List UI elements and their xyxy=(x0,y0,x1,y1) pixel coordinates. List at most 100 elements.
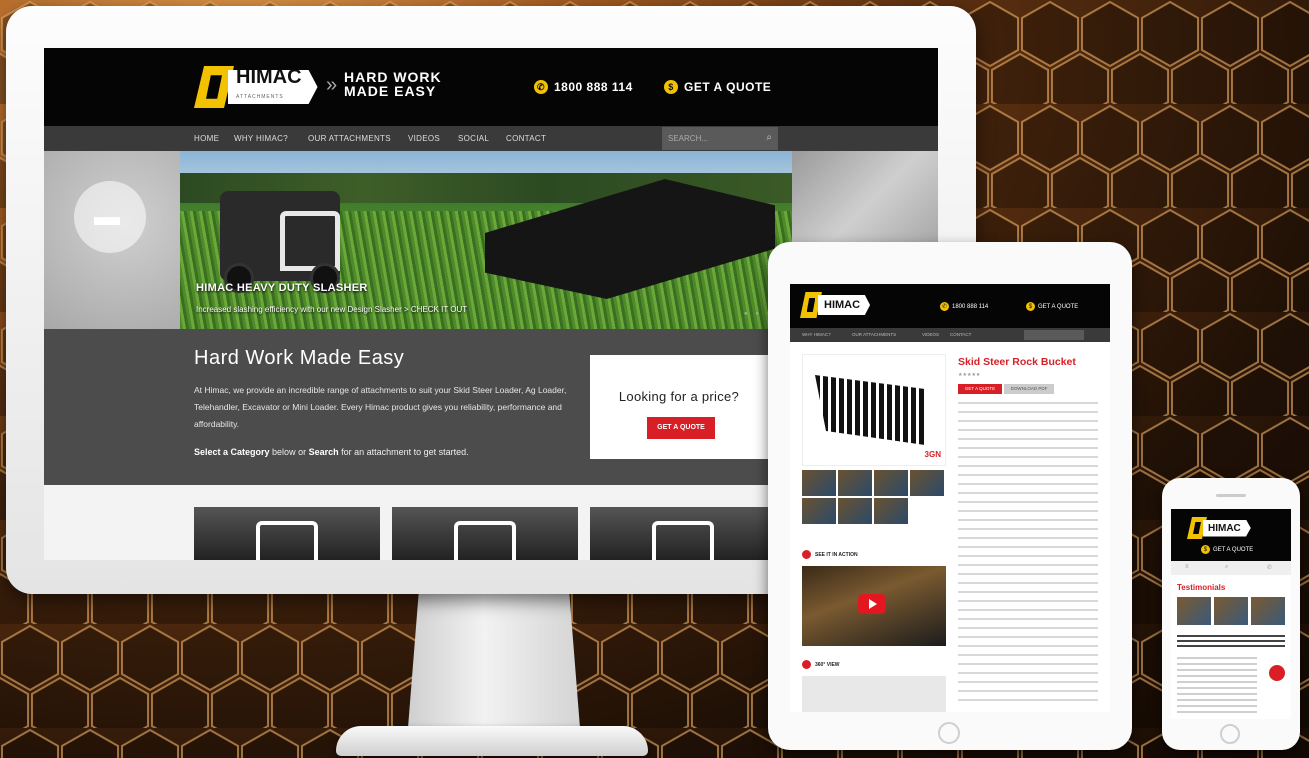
category-tile[interactable] xyxy=(590,507,776,560)
tablet-header: HIMAC ✆ 1800 888 114 $ GET A QUOTE xyxy=(790,284,1110,328)
phone-icon: ✆ xyxy=(534,80,548,94)
tagline: HARD WORK MADE EASY xyxy=(344,70,442,98)
product-image[interactable]: 3GN xyxy=(802,354,946,466)
product-title: Skid Steer Rock Bucket xyxy=(958,356,1076,368)
hero-cta-link[interactable]: CHECK IT OUT xyxy=(411,305,467,314)
phone-number: 1800 888 114 xyxy=(554,80,633,94)
thumbnail[interactable] xyxy=(874,498,908,524)
monitor-stand-neck xyxy=(406,592,582,742)
tablet-nav-item[interactable]: CONTACT xyxy=(950,332,971,337)
nav-item-home[interactable]: HOME xyxy=(194,134,219,143)
category-tile[interactable] xyxy=(392,507,578,560)
thumbnail[interactable] xyxy=(910,470,944,496)
dollar-icon: $ xyxy=(664,80,678,94)
menu-icon[interactable]: ≡ xyxy=(1185,564,1189,570)
section-action-label: SEE IT IN ACTION xyxy=(815,551,858,558)
rock-bucket-image xyxy=(815,375,925,445)
section-360-label: 360° VIEW xyxy=(815,661,840,668)
select-end-text: for an attachment to get started. xyxy=(338,447,469,457)
phone-device: HIMAC $ GET A QUOTE ≡ ⌕ ✆ Testimonials xyxy=(1162,478,1300,750)
tablet-get-quote-button[interactable]: GET A QUOTE xyxy=(958,384,1002,394)
header-get-quote[interactable]: $ GET A QUOTE xyxy=(664,80,771,94)
testimonial-image xyxy=(1251,597,1285,625)
intro-heading: Hard Work Made Easy xyxy=(194,347,405,369)
phone-call-icon[interactable]: ✆ xyxy=(1267,564,1272,571)
rotate-icon xyxy=(802,660,811,669)
intro-select-text: Select a Category below or Search for an… xyxy=(194,447,469,457)
phone-website-screen: HIMAC $ GET A QUOTE ≡ ⌕ ✆ Testimonials xyxy=(1171,509,1291,719)
select-mid-text: below or xyxy=(269,447,309,457)
play-icon[interactable] xyxy=(858,594,886,614)
hero-side-slide-left xyxy=(44,151,180,329)
rating-stars: ★★★★★ xyxy=(958,372,981,378)
tablet-phone-number: 1800 888 114 xyxy=(952,303,989,310)
tagline-line-2: MADE EASY xyxy=(344,83,437,99)
price-question: Looking for a price? xyxy=(618,389,740,404)
phone-icon-bar: ≡ ⌕ ✆ xyxy=(1171,561,1291,575)
phone-icon: ✆ xyxy=(940,302,949,311)
nav-item-why-himac[interactable]: WHY HIMAC? xyxy=(234,134,288,143)
product-description xyxy=(958,402,1098,702)
get-quote-label: GET A QUOTE xyxy=(684,80,772,94)
site-header: HIMAC ATTACHMENTS » HARD WORK MADE EASY … xyxy=(44,48,938,126)
tablet-website-screen: HIMAC ✆ 1800 888 114 $ GET A QUOTE WHY H… xyxy=(790,284,1110,712)
tablet-logo-text: HIMAC xyxy=(824,299,861,311)
double-chevron-icon: » xyxy=(326,74,338,96)
phone-get-quote[interactable]: $ GET A QUOTE xyxy=(1201,545,1253,554)
thumbnail[interactable] xyxy=(838,470,872,496)
testimonials-heading: Testimonials xyxy=(1177,583,1226,592)
search-input[interactable]: SEARCH... ⌕ xyxy=(662,127,778,150)
hero-title: HIMAC HEAVY DUTY SLASHER xyxy=(196,282,368,294)
testimonial-text xyxy=(1177,657,1257,713)
nav-item-videos[interactable]: VIDEOS xyxy=(408,134,440,143)
search-icon[interactable]: ⌕ xyxy=(766,132,772,143)
tablet-nav-item[interactable]: OUR ATTACHMENTS xyxy=(852,332,896,337)
phone-header: HIMAC $ GET A QUOTE xyxy=(1171,509,1291,561)
tablet-nav-item[interactable]: VIDEOS xyxy=(922,332,939,337)
product-thumbnails xyxy=(802,470,946,526)
tablet-home-button[interactable] xyxy=(938,722,960,744)
chat-bubble-icon[interactable] xyxy=(74,181,146,253)
phone-logo[interactable]: HIMAC xyxy=(1187,517,1251,539)
nav-item-contact[interactable]: CONTACT xyxy=(506,134,546,143)
tablet-logo[interactable]: HIMAC xyxy=(800,292,871,318)
select-category-text: Select a Category xyxy=(194,447,270,457)
product-video[interactable] xyxy=(802,566,946,646)
header-phone[interactable]: ✆ 1800 888 114 xyxy=(534,80,633,94)
monitor-stand-base xyxy=(336,726,648,756)
category-tile[interactable] xyxy=(194,507,380,560)
tablet-device: HIMAC ✆ 1800 888 114 $ GET A QUOTE WHY H… xyxy=(768,242,1132,750)
thumbnail[interactable] xyxy=(838,498,872,524)
see-it-in-action-heading: SEE IT IN ACTION xyxy=(802,550,858,559)
tablet-search-input[interactable] xyxy=(1024,330,1084,340)
search-text: Search xyxy=(308,447,339,457)
hero-subtitle: Increased slashing efficiency with our n… xyxy=(196,305,468,314)
thumbnail[interactable] xyxy=(874,470,908,496)
testimonial-image xyxy=(1214,597,1248,625)
get-quote-button[interactable]: GET A QUOTE xyxy=(647,417,715,439)
phone-home-button[interactable] xyxy=(1220,724,1240,744)
nav-item-our-attachments[interactable]: OUR ATTACHMENTS xyxy=(308,134,391,143)
himac-logo[interactable]: HIMAC ATTACHMENTS xyxy=(194,66,318,108)
dollar-icon: $ xyxy=(1026,302,1035,311)
logo-text: HIMAC xyxy=(236,66,302,88)
testimonial-headline xyxy=(1177,635,1285,649)
search-icon[interactable]: ⌕ xyxy=(1225,564,1228,571)
phone-quote-label: GET A QUOTE xyxy=(1213,546,1254,553)
search-placeholder: SEARCH... xyxy=(668,134,709,143)
nav-item-social[interactable]: SOCIAL xyxy=(458,134,489,143)
logo-subtext: ATTACHMENTS xyxy=(236,94,284,100)
thumbnail[interactable] xyxy=(802,470,836,496)
360-view-image[interactable] xyxy=(802,676,946,712)
site-nav: HOME WHY HIMAC? OUR ATTACHMENTS VIDEOS S… xyxy=(44,126,938,151)
thumbnail[interactable] xyxy=(802,498,836,524)
tablet-get-quote[interactable]: $ GET A QUOTE xyxy=(1026,302,1078,311)
tablet-nav-item[interactable]: WHY HIMAC? xyxy=(802,332,831,337)
chat-icon[interactable] xyxy=(1269,665,1285,681)
tagline-line-1: HARD WORK xyxy=(344,69,442,85)
brand-badge: 3GN xyxy=(924,450,941,459)
download-pdf-button[interactable]: DOWNLOAD PDF xyxy=(1004,384,1054,394)
hero-subtitle-text: Increased slashing efficiency with our n… xyxy=(196,305,402,314)
tablet-phone[interactable]: ✆ 1800 888 114 xyxy=(940,302,988,311)
price-card: Looking for a price? GET A QUOTE xyxy=(590,355,768,459)
